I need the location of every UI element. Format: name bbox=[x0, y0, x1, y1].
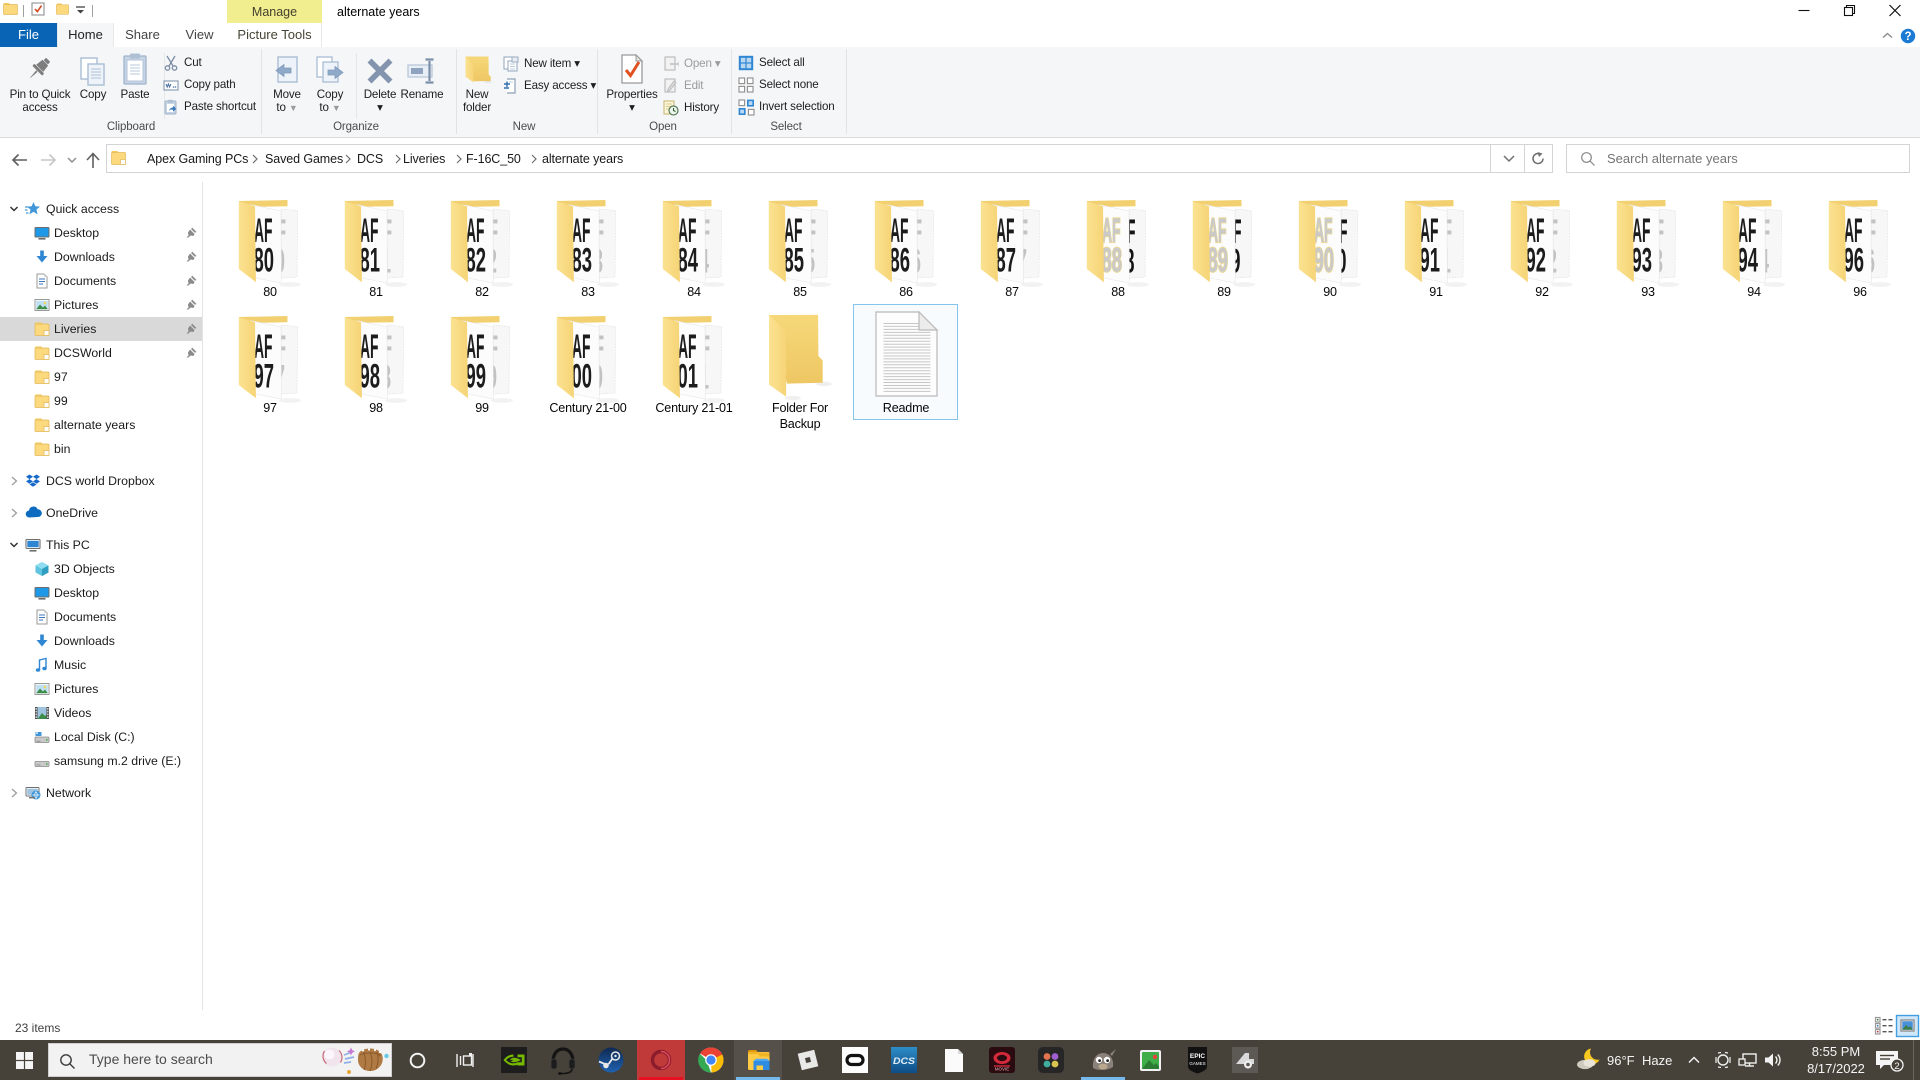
svg-text:00: 00 bbox=[572, 358, 593, 396]
svg-text:91: 91 bbox=[1420, 242, 1441, 280]
svg-text:GAMES: GAMES bbox=[1189, 1061, 1205, 1066]
svg-text:82: 82 bbox=[466, 242, 487, 280]
svg-text:81: 81 bbox=[360, 242, 381, 280]
svg-text:MOVIE: MOVIE bbox=[995, 1067, 1010, 1072]
svg-text:88: 88 bbox=[1102, 242, 1123, 280]
svg-text:94: 94 bbox=[1738, 242, 1759, 280]
svg-text:EPIC: EPIC bbox=[1190, 1053, 1205, 1060]
svg-text:89: 89 bbox=[1208, 242, 1229, 280]
svg-text:DCS: DCS bbox=[893, 1056, 916, 1067]
svg-text:97: 97 bbox=[254, 358, 275, 396]
svg-text:85: 85 bbox=[784, 242, 805, 280]
svg-text:86: 86 bbox=[890, 242, 911, 280]
svg-text:80: 80 bbox=[254, 242, 275, 280]
svg-text:01: 01 bbox=[678, 358, 699, 396]
svg-text:98: 98 bbox=[360, 358, 381, 396]
svg-text:83: 83 bbox=[572, 242, 593, 280]
svg-text:96: 96 bbox=[1844, 242, 1865, 280]
svg-text:92: 92 bbox=[1526, 242, 1547, 280]
svg-text:84: 84 bbox=[678, 242, 699, 280]
svg-text:90: 90 bbox=[1314, 242, 1335, 280]
svg-text:87: 87 bbox=[996, 242, 1017, 280]
svg-text:2: 2 bbox=[1894, 1061, 1899, 1072]
svg-text:93: 93 bbox=[1632, 242, 1653, 280]
svg-text:99: 99 bbox=[466, 358, 487, 396]
svg-text:?: ? bbox=[1904, 31, 1911, 43]
